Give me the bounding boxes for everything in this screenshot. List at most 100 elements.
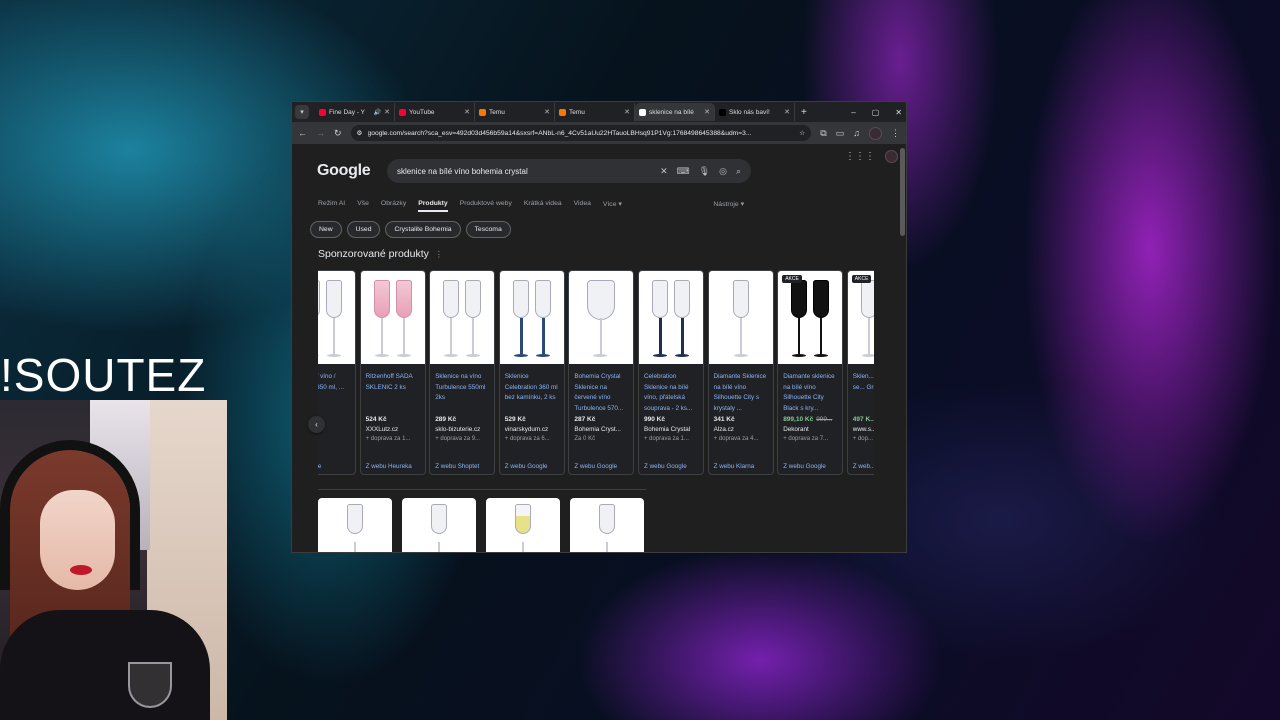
search-tab[interactable]: Produkty: [418, 200, 448, 212]
close-tab-icon[interactable]: ✕: [464, 108, 470, 116]
product-card[interactable]: Bohemia Crystal Sklenice na červené víno…: [568, 270, 635, 475]
apps-grid-icon[interactable]: ⋮⋮⋮: [845, 151, 875, 162]
reload-icon[interactable]: ↻: [334, 128, 342, 139]
new-tab-button[interactable]: +: [801, 107, 807, 118]
youtube-icon: [399, 108, 406, 116]
google-account-avatar[interactable]: [885, 150, 898, 163]
minimize-icon[interactable]: –: [851, 108, 855, 117]
product-card[interactable]: Sklenice Celebration 360 ml bez kamínku,…: [498, 270, 565, 475]
close-tab-icon[interactable]: ✕: [784, 108, 790, 116]
browser-tab[interactable]: Fine Day - Y 🔊 ✕: [315, 103, 395, 121]
product-source[interactable]: Z webu Klarna: [709, 463, 773, 470]
search-query[interactable]: sklenice na bílé víno bohemia crystal: [397, 167, 651, 176]
product-grid-card[interactable]: [402, 498, 476, 552]
search-tab[interactable]: Produktové weby: [460, 200, 512, 212]
clear-search-icon[interactable]: ✕: [660, 166, 668, 177]
product-title[interactable]: Ritzenhoff SADA SKLENIC 2 ks: [361, 364, 425, 416]
temu-icon: [479, 108, 486, 116]
product-card[interactable]: na bílé / víno / tvové / 350 ml, ...na s…: [318, 270, 356, 475]
search-tab[interactable]: Režim AI: [318, 200, 345, 212]
address-bar[interactable]: ⚙ google.com/search?sca_esv=492d03d456b5…: [350, 125, 812, 141]
product-title[interactable]: na bílé / víno / tvové / 350 ml, ...: [318, 364, 355, 416]
search-icon[interactable]: ⌕: [736, 166, 741, 177]
product-source[interactable]: Z webu Google: [639, 463, 703, 470]
bookmark-star-icon[interactable]: ☆: [799, 129, 805, 137]
product-source[interactable]: Z web...: [848, 463, 874, 470]
search-box[interactable]: sklenice na bílé víno bohemia crystal ✕ …: [387, 159, 751, 183]
product-grid-card[interactable]: [486, 498, 560, 552]
search-tab[interactable]: Více ▾: [603, 200, 622, 212]
search-tab[interactable]: Obrázky: [381, 200, 406, 212]
wine-glass-image: [325, 280, 343, 362]
filter-chip[interactable]: Used: [346, 221, 381, 238]
close-tab-icon[interactable]: ✕: [624, 108, 630, 116]
product-image: AKCE: [778, 271, 843, 364]
product-price: 287 Kč: [569, 416, 633, 423]
close-tab-icon[interactable]: ✕: [704, 108, 710, 116]
google-logo[interactable]: Google: [317, 162, 387, 180]
product-title[interactable]: Diamante sklenice na bílé víno Silhouett…: [778, 364, 842, 416]
search-tab[interactable]: Vše: [357, 200, 369, 212]
tab-bar: ▾ Fine Day - Y 🔊 ✕ YouTube ✕ Temu ✕ Temu ✕ skleni…: [292, 102, 906, 122]
wine-glass-image: [651, 280, 669, 362]
webcam-person-face: [40, 490, 115, 590]
product-grid-card[interactable]: [570, 498, 644, 552]
product-card[interactable]: Sklenice na víno Turbulence 550ml 2ks 289…: [429, 270, 496, 475]
product-card[interactable]: Celebration Sklenice na bílé víno, přáte…: [638, 270, 704, 475]
product-title[interactable]: Sklenice na víno Turbulence 550ml 2ks: [430, 364, 494, 416]
search-tab[interactable]: Krátká videa: [524, 200, 562, 212]
microphone-icon[interactable]: 🎙: [699, 166, 710, 177]
filter-chip[interactable]: New: [310, 221, 342, 238]
price-value: 529 Kč: [504, 416, 526, 423]
forward-arrow-icon[interactable]: →: [316, 128, 325, 138]
shipping-info: + doprava za 1...: [365, 436, 411, 442]
browser-tab[interactable]: sklenice na bílé ✕: [635, 103, 715, 121]
wine-glass-image: [598, 504, 616, 552]
tab-search-button[interactable]: ▾: [295, 105, 309, 119]
product-source[interactable]: Z webu Heureka: [361, 463, 425, 470]
price-value: 990 Kč: [644, 416, 665, 423]
browser-tab[interactable]: Temu ✕: [555, 103, 635, 121]
product-source[interactable]: Z webu Google: [569, 463, 633, 470]
product-card[interactable]: AKCE Sklen... červe... ml, se... Green...…: [846, 270, 874, 475]
product-source[interactable]: Z webu Google: [778, 463, 842, 470]
window-controls: – ▢ ✕: [851, 102, 902, 122]
browser-menu-icon[interactable]: ⋮: [891, 128, 900, 139]
product-card[interactable]: Ritzenhoff SADA SKLENIC 2 ks 524 Kč XXXLut…: [359, 270, 426, 475]
more-options-icon[interactable]: ⋮: [435, 250, 443, 259]
browser-tab[interactable]: YouTube ✕: [395, 103, 475, 121]
product-grid-card[interactable]: [318, 498, 392, 552]
extensions-icon[interactable]: ⧉: [820, 128, 826, 139]
browser-tab[interactable]: Temu ✕: [475, 103, 555, 121]
product-card[interactable]: AKCE Diamante sklenice na bílé víno Silho…: [777, 270, 844, 475]
filter-chip[interactable]: Crystalite Bohemia: [385, 221, 461, 238]
tools-dropdown[interactable]: Nástroje ▾: [713, 200, 744, 212]
product-source[interactable]: Z webu Google: [500, 463, 564, 470]
close-tab-icon[interactable]: ✕: [544, 108, 550, 116]
audio-playing-icon[interactable]: 🔊: [374, 109, 381, 116]
product-source[interactable]: z Google: [318, 463, 355, 470]
close-window-icon[interactable]: ✕: [895, 108, 902, 117]
page-scrollbar[interactable]: [900, 148, 905, 236]
product-title[interactable]: Celebration Sklenice na bílé víno, přáte…: [639, 364, 703, 416]
side-panel-icon[interactable]: ▭: [836, 128, 845, 139]
site-info-icon[interactable]: ⚙: [357, 129, 363, 137]
media-controls-icon[interactable]: ♫: [853, 128, 860, 138]
browser-tab[interactable]: Sklo nás baví! ✕: [715, 103, 795, 121]
product-title[interactable]: Sklen... červe... ml, se... Green...: [848, 364, 874, 416]
carousel-prev-button[interactable]: ‹: [308, 416, 325, 433]
search-tab[interactable]: Videa: [574, 200, 591, 212]
lens-icon[interactable]: ◎: [719, 166, 727, 177]
shipping-info: + doprava za 9...: [435, 436, 481, 442]
product-title[interactable]: Diamante Sklenice na bílé víno Silhouett…: [709, 364, 773, 416]
back-arrow-icon[interactable]: ←: [298, 128, 307, 138]
profile-avatar[interactable]: [869, 126, 882, 140]
maximize-icon[interactable]: ▢: [872, 108, 880, 117]
close-tab-icon[interactable]: ✕: [384, 108, 390, 116]
product-title[interactable]: Bohemia Crystal Sklenice na červené víno…: [569, 364, 633, 416]
filter-chip[interactable]: Tescoma: [465, 221, 511, 238]
product-source[interactable]: Z webu Shoptet: [430, 463, 494, 470]
product-card[interactable]: Diamante Sklenice na bílé víno Silhouett…: [707, 270, 774, 475]
keyboard-icon[interactable]: ⌨: [677, 166, 690, 177]
product-title[interactable]: Sklenice Celebration 360 ml bez kamínku,…: [500, 364, 564, 416]
